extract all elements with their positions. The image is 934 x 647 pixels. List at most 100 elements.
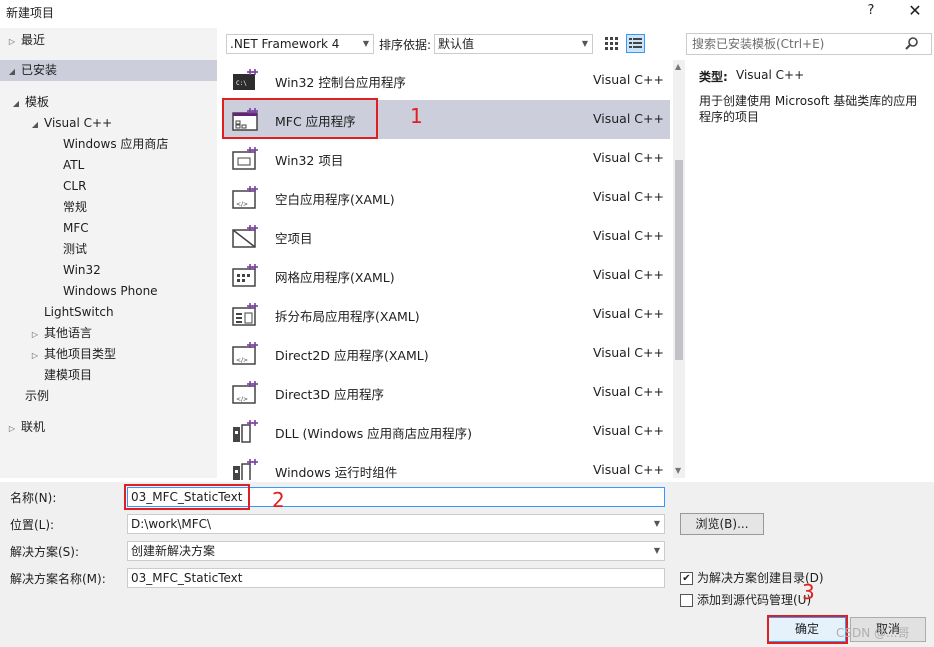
tree-item-label: Win32 — [63, 263, 101, 277]
list-view-icon[interactable] — [626, 34, 645, 53]
tree-item[interactable]: ◢ 模板 — [0, 92, 49, 113]
template-row[interactable]: </> Direct3D 应用程序 Visual C++ — [222, 373, 670, 412]
template-name: Direct3D 应用程序 — [275, 387, 384, 402]
direct3d-app-icon: </> — [232, 380, 258, 404]
template-row[interactable]: 网格应用程序(XAML) Visual C++ — [222, 256, 670, 295]
framework-value: .NET Framework 4 — [230, 37, 340, 51]
tree-item-label: ATL — [63, 158, 85, 172]
location-combo[interactable]: D:\work\MFC\ ▼ — [127, 514, 665, 534]
svg-text:</>: </> — [236, 201, 248, 208]
framework-select[interactable]: .NET Framework 4 ▼ — [226, 34, 374, 54]
collapse-arrow-icon[interactable]: ◢ — [6, 61, 18, 82]
tree-item[interactable]: Windows Phone — [0, 281, 158, 302]
template-row[interactable]: DLL (Windows 应用商店应用程序) Visual C++ — [222, 412, 670, 451]
tree-item[interactable]: CLR — [0, 176, 86, 197]
tree-item[interactable]: ATL — [0, 155, 84, 176]
solution-label: 解决方案(S): — [10, 545, 80, 559]
annotation-box-1 — [222, 98, 378, 139]
window-title: 新建项目 — [6, 6, 55, 20]
expand-arrow-icon[interactable]: ▷ — [6, 31, 18, 52]
name-label: 名称(N): — [10, 491, 57, 505]
tree-item[interactable]: 示例 — [0, 386, 49, 407]
template-row[interactable]: 拆分布局应用程序(XAML) Visual C++ — [222, 295, 670, 334]
tree-item[interactable]: MFC — [0, 218, 89, 239]
template-row[interactable]: </> Direct2D 应用程序(XAML) Visual C++ — [222, 334, 670, 373]
template-name: Win32 项目 — [275, 153, 344, 168]
tree-item[interactable]: ▷ 其他项目类型 — [0, 344, 116, 365]
template-language: Visual C++ — [593, 423, 664, 438]
tree-item[interactable]: ▷ 联机 — [0, 417, 45, 438]
description-text: 用于创建使用 Microsoft 基础类库的应用程序的项目 — [699, 94, 918, 124]
search-icon[interactable] — [905, 36, 919, 54]
blank-app-icon: </> — [232, 185, 258, 209]
template-language: Visual C++ — [593, 72, 664, 87]
tree-item[interactable]: 常规 — [0, 197, 87, 218]
tree-item-label: 最近 — [21, 33, 46, 47]
source-control-checkbox[interactable] — [680, 594, 693, 607]
close-button[interactable]: ✕ — [904, 1, 926, 23]
scroll-up-icon[interactable]: ▲ — [675, 62, 681, 71]
expand-arrow-icon[interactable]: ▷ — [6, 418, 18, 439]
tree-item[interactable]: LightSwitch — [0, 302, 114, 323]
source-control-label: 添加到源代码管理(U) — [697, 593, 812, 607]
win32-project-icon — [232, 146, 258, 170]
tree-item-label: 示例 — [25, 389, 50, 403]
solution-combo[interactable]: 创建新解决方案 ▼ — [127, 541, 665, 561]
tree-item-label: 建模项目 — [44, 368, 93, 382]
scrollbar-thumb[interactable] — [675, 160, 683, 360]
tree-item[interactable]: ▷ 其他语言 — [0, 323, 92, 344]
tree-item[interactable]: 建模项目 — [0, 365, 92, 386]
template-row[interactable]: Windows 运行时组件 Visual C++ — [222, 451, 670, 480]
svg-text:</>: </> — [236, 357, 248, 364]
grid-app-icon — [232, 263, 258, 287]
help-button[interactable]: ? — [862, 3, 880, 21]
chevron-down-icon: ▼ — [653, 519, 660, 528]
tree-item[interactable]: ◢ Visual C++ — [0, 113, 112, 134]
sort-select[interactable]: 默认值 ▼ — [434, 34, 593, 54]
annotation-number-1: 1 — [410, 104, 423, 128]
template-language: Visual C++ — [593, 189, 664, 204]
solution-value: 创建新解决方案 — [131, 544, 216, 558]
template-row[interactable]: C:\ Win32 控制台应用程序 Visual C++ — [222, 61, 670, 100]
source-control-option[interactable]: 添加到源代码管理(U) — [680, 591, 811, 608]
template-name: 网格应用程序(XAML) — [275, 270, 395, 285]
description-type-label: 类型: — [699, 70, 728, 84]
annotation-box-2 — [124, 484, 250, 510]
template-name: 拆分布局应用程序(XAML) — [275, 309, 420, 324]
tree-item-label: Visual C++ — [44, 116, 113, 130]
template-row[interactable]: </> 空白应用程序(XAML) Visual C++ — [222, 178, 670, 217]
direct2d-app-icon: </> — [232, 341, 258, 365]
template-row[interactable]: Win32 项目 Visual C++ — [222, 139, 670, 178]
runtime-component-icon — [232, 458, 258, 480]
template-name: Win32 控制台应用程序 — [275, 75, 406, 90]
template-row[interactable]: 空项目 Visual C++ — [222, 217, 670, 256]
empty-project-icon — [232, 224, 258, 248]
create-directory-checkbox[interactable]: ✔ — [680, 572, 693, 585]
location-label: 位置(L): — [10, 518, 55, 532]
expand-arrow-icon[interactable]: ▷ — [29, 324, 41, 345]
tree-item-label: CLR — [63, 179, 87, 193]
tree-item-label: 常规 — [63, 200, 88, 214]
tree-item-label: 其他语言 — [44, 326, 93, 340]
description-type-value: Visual C++ — [736, 68, 805, 82]
browse-button[interactable]: 浏览(B)... — [680, 513, 764, 535]
annotation-number-2: 2 — [272, 488, 285, 512]
tree-item[interactable]: ▷ 最近 — [0, 30, 45, 51]
collapse-arrow-icon[interactable]: ◢ — [10, 93, 22, 114]
template-name: 空白应用程序(XAML) — [275, 192, 395, 207]
tree-item[interactable]: Win32 — [0, 260, 101, 281]
expand-arrow-icon[interactable]: ▷ — [29, 345, 41, 366]
grid-view-icon[interactable] — [603, 35, 620, 52]
chevron-down-icon: ▼ — [653, 546, 660, 555]
collapse-arrow-icon[interactable]: ◢ — [29, 114, 41, 135]
tree-item[interactable]: 测试 — [0, 239, 87, 260]
tree-item[interactable]: ◢ 已安装 — [0, 60, 217, 81]
search-input[interactable]: 搜索已安装模板(Ctrl+E) — [686, 33, 932, 55]
title-bar — [0, 0, 934, 26]
template-language: Visual C++ — [593, 228, 664, 243]
solution-name-field[interactable]: 03_MFC_StaticText — [127, 568, 665, 588]
tree-item[interactable]: Windows 应用商店 — [0, 134, 168, 155]
tree-item-label: MFC — [63, 221, 89, 235]
scroll-down-icon[interactable]: ▼ — [675, 466, 681, 475]
svg-text:</>: </> — [236, 396, 248, 403]
